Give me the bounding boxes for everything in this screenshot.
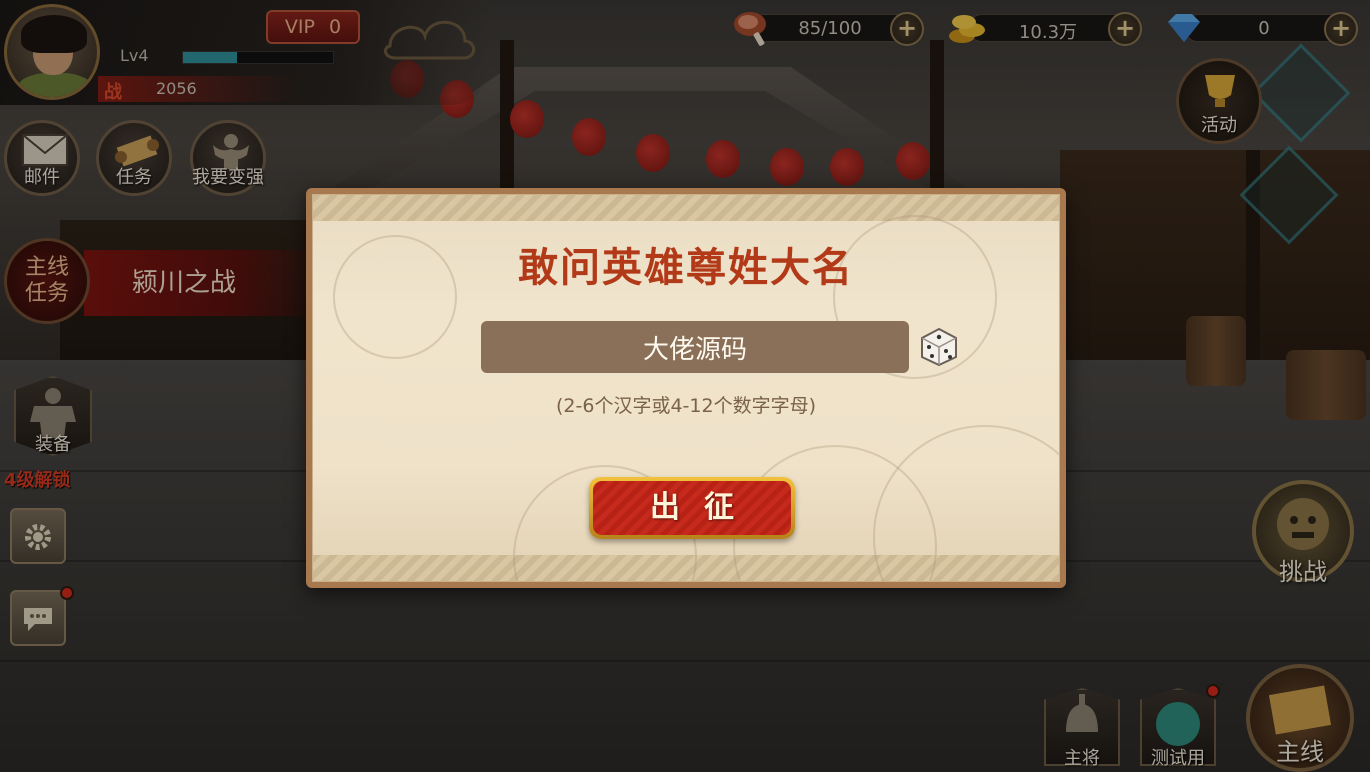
hero-name-input[interactable] bbox=[481, 321, 909, 373]
depart-button[interactable]: 出征 bbox=[589, 477, 795, 539]
dialog-top-border bbox=[313, 195, 1059, 221]
depart-label: 出征 bbox=[593, 481, 791, 535]
name-dialog: 敢问英雄尊姓大名 (2-6个汉字或4-12个数字字母) 出征 bbox=[306, 188, 1066, 588]
wave-pattern bbox=[873, 425, 1059, 581]
name-rule-hint: (2-6个汉字或4-12个数字字母) bbox=[556, 395, 816, 417]
dice-icon[interactable] bbox=[919, 327, 959, 367]
dialog-body: 敢问英雄尊姓大名 (2-6个汉字或4-12个数字字母) 出征 bbox=[312, 194, 1060, 582]
dialog-title: 敢问英雄尊姓大名 bbox=[518, 245, 854, 291]
